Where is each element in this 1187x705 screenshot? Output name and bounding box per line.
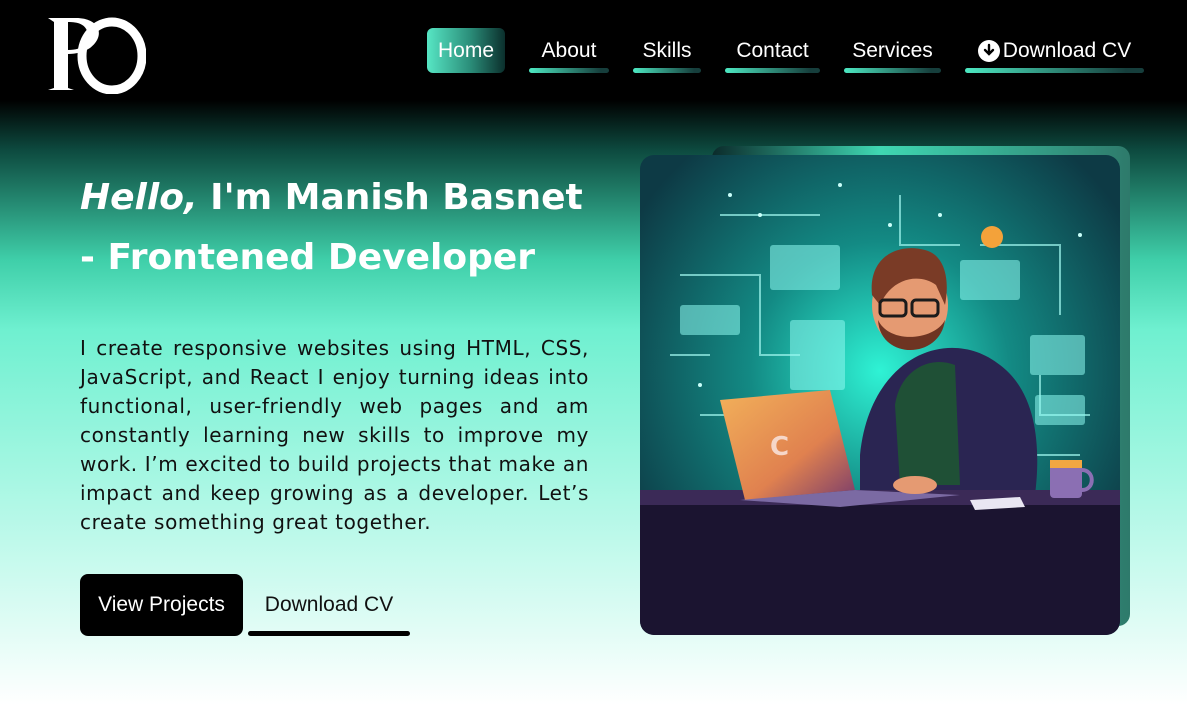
download-circle-icon [977,39,1000,62]
download-cv-button[interactable]: Download CV [248,574,410,636]
svg-text:C: C [770,432,789,462]
nav-home-label: Home [437,38,495,62]
nav-contact-underline [725,68,820,73]
nav-skills-underline [633,68,701,73]
nav-services-label: Services [852,38,933,62]
nav-about-underline [529,68,609,73]
download-cv-button-label: Download CV [264,593,394,616]
hero-description: I create responsive websites using HTML,… [80,336,589,534]
nav-contact[interactable]: Contact [725,28,820,73]
nav-about[interactable]: About [529,28,609,73]
po-logo[interactable] [44,14,146,94]
nav-download-label: Download CV [1002,38,1132,62]
download-cv-underline [248,631,410,636]
nav-contact-label: Contact [736,38,809,62]
nav-home[interactable]: Home [427,28,505,73]
nav-skills-label: Skills [642,38,692,62]
hero-heading: Hello, I'm Manish Basnet - Frontened Dev… [80,168,600,288]
main-nav: Home About Skills Contact Services Downl… [427,28,1144,73]
nav-download-underline [965,68,1144,73]
view-projects-button[interactable]: View Projects [80,574,243,636]
nav-skills[interactable]: Skills [633,28,701,73]
nav-download-cv[interactable]: Download CV [965,28,1144,73]
site-header: Home About Skills Contact Services Downl… [0,0,1187,108]
developer-illustration: C [640,155,1120,635]
nav-services[interactable]: Services [844,28,941,73]
nav-services-underline [844,68,941,73]
nav-about-label: About [541,38,597,62]
hero-hello: Hello, [80,177,198,218]
